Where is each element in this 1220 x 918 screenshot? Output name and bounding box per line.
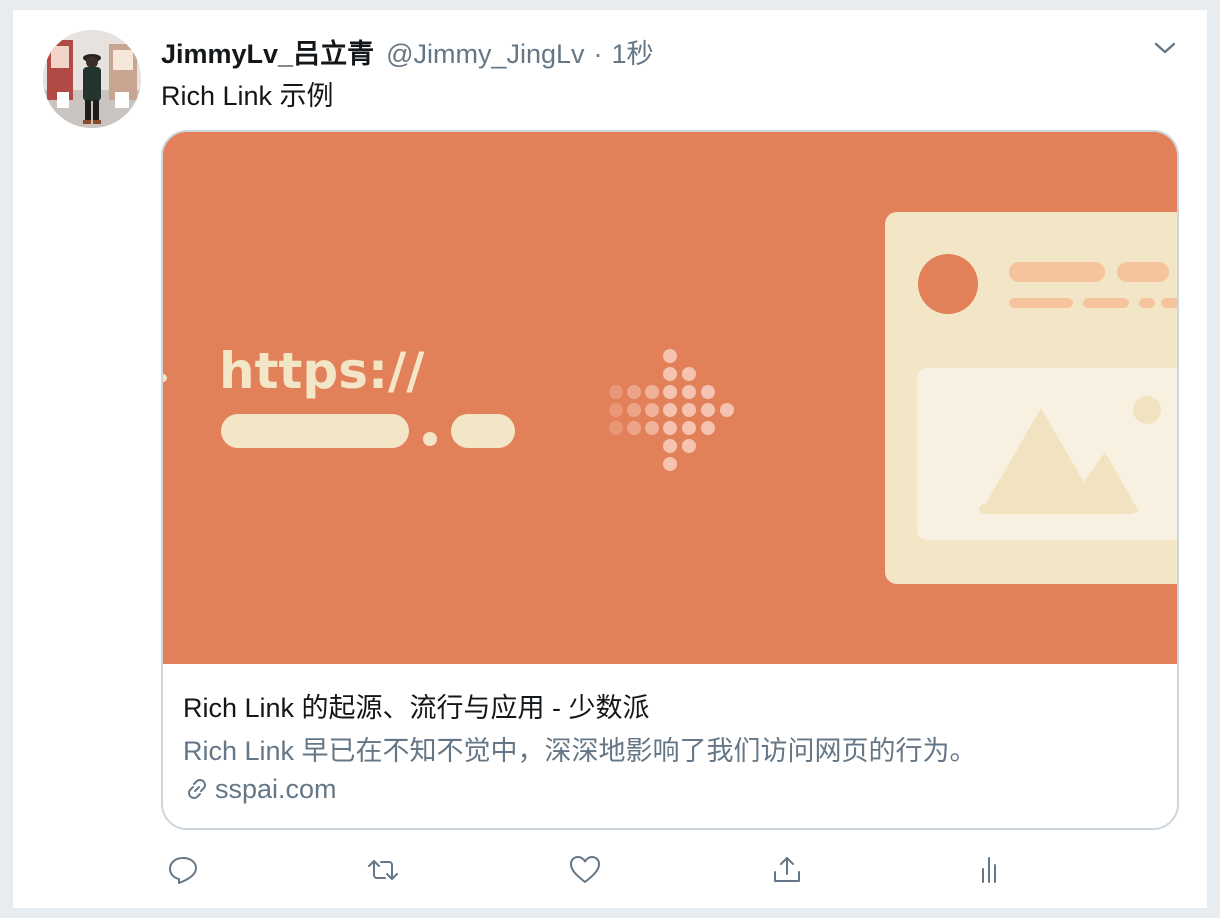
separator-dot: · xyxy=(593,39,603,69)
retweet-icon xyxy=(368,860,398,880)
share-icon xyxy=(774,857,800,882)
avatar[interactable] xyxy=(43,30,141,128)
analytics-button[interactable] xyxy=(967,848,1011,892)
like-button[interactable] xyxy=(563,848,607,892)
tweet-actions xyxy=(161,848,1179,892)
retweet-button[interactable] xyxy=(361,848,405,892)
heart-icon xyxy=(570,856,600,883)
card-title: Rich Link 的起源、流行与应用 - 少数派 xyxy=(183,693,650,723)
tweet-header: JimmyLv_吕立青 @Jimmy_JingLv · 1秒 xyxy=(161,32,654,70)
card-image: https:// xyxy=(163,132,1177,664)
card-image-text: https:// xyxy=(219,342,425,400)
card-domain-text: sspai.com xyxy=(215,773,337,804)
chevron-down-icon[interactable] xyxy=(1151,34,1179,62)
card-domain: sspai.com xyxy=(183,772,337,806)
user-handle[interactable]: @Jimmy_JingLv xyxy=(386,39,584,70)
tweet-text: Rich Link 示例 xyxy=(161,81,334,111)
link-card[interactable]: https:// Rich Link 的起源、流行与应用 - 少数派 Rich … xyxy=(161,130,1179,830)
card-description: Rich Link 早已在不知不觉中，深深地影响了我们访问网页的行为。 xyxy=(183,736,977,766)
display-name[interactable]: JimmyLv_吕立青 xyxy=(161,32,374,71)
analytics-icon xyxy=(982,857,996,883)
avatar-image xyxy=(43,30,141,128)
reply-icon xyxy=(169,857,197,884)
timestamp[interactable]: 1秒 xyxy=(612,32,654,71)
timeline-divider xyxy=(0,908,1220,918)
reply-button[interactable] xyxy=(161,848,205,892)
tweet[interactable]: JimmyLv_吕立青 @Jimmy_JingLv · 1秒 Rich Link… xyxy=(12,10,1208,908)
link-icon xyxy=(188,779,206,799)
share-button[interactable] xyxy=(765,848,809,892)
